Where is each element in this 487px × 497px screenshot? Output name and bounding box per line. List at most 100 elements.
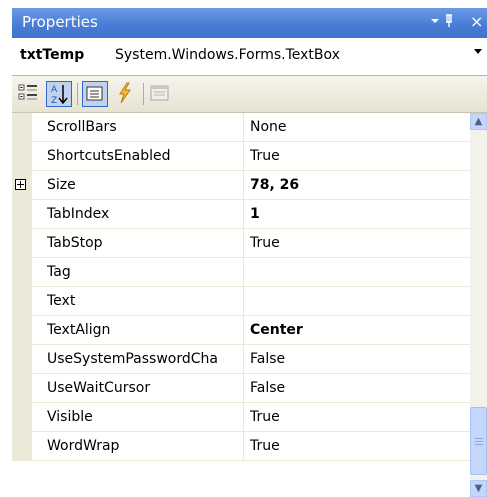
chevron-down-icon[interactable] [474,49,482,54]
property-value-tabstop[interactable]: True [244,229,470,258]
property-value-label: 78, 26 [250,177,300,193]
property-name-label: WordWrap [47,438,120,454]
property-value-visible[interactable]: True [244,403,470,432]
property-name-tabstop[interactable]: TabStop [32,229,244,258]
close-button[interactable]: × [470,12,483,31]
properties-window: Properties × txtTemp System.Windows.Form… [12,8,487,497]
row-gutter [12,113,32,142]
property-row[interactable]: Text [12,287,470,316]
categorized-icon [18,84,37,100]
title-bar: Properties × [12,8,487,38]
toolbar-separator [77,83,78,105]
svg-text:Z: Z [51,96,57,106]
object-selector[interactable]: txtTemp System.Windows.Forms.TextBox [12,38,487,76]
scroll-up-button[interactable]: ▲ [470,113,487,130]
property-name-scrollbars[interactable]: ScrollBars [32,113,244,142]
property-name-text[interactable]: Text [32,287,244,316]
property-row[interactable]: Size 78, 26 [12,171,470,200]
property-name-wordwrap[interactable]: WordWrap [32,432,244,461]
property-value-label: Center [250,322,303,338]
property-value-label: False [250,351,286,367]
property-row[interactable]: UseSystemPasswordCha False [12,345,470,374]
svg-text:A: A [51,85,58,95]
property-pages-icon [150,85,169,101]
scroll-thumb[interactable] [470,407,487,475]
property-name-label: Text [47,293,76,309]
property-name-label: Visible [47,409,93,425]
property-name-usesystempasswordcha[interactable]: UseSystemPasswordCha [32,345,244,374]
alphabetical-icon: A Z [51,85,68,106]
property-value-shortcutsenabled[interactable]: True [244,142,470,171]
alphabetical-button[interactable]: A Z [46,81,72,107]
property-name-usewaitcursor[interactable]: UseWaitCursor [32,374,244,403]
property-value-wordwrap[interactable]: True [244,432,470,461]
property-grid: ScrollBars None ShortcutsEnabled True Size 78… [12,113,487,497]
pin-icon [431,14,452,27]
property-value-usesystempasswordcha[interactable]: False [244,345,470,374]
properties-icon [86,86,103,101]
property-value-label: True [250,409,280,425]
property-name-label: ShortcutsEnabled [47,148,171,164]
property-name-label: Tag [47,264,71,280]
property-name-label: Size [47,177,76,193]
property-value-label: True [250,148,280,164]
property-row[interactable]: Visible True [12,403,470,432]
events-icon [119,82,131,104]
property-row[interactable]: TextAlign Center [12,316,470,345]
row-gutter [12,229,32,258]
property-row[interactable]: UseWaitCursor False [12,374,470,403]
row-gutter [12,287,32,316]
property-name-visible[interactable]: Visible [32,403,244,432]
panel-title: Properties [22,13,98,31]
row-gutter [12,142,32,171]
property-name-tabindex[interactable]: TabIndex [32,200,244,229]
properties-button[interactable] [82,81,108,107]
property-value-tag[interactable] [244,258,470,287]
property-name-textalign[interactable]: TextAlign [32,316,244,345]
property-value-label: 1 [250,206,260,222]
property-row[interactable]: WordWrap True [12,432,470,461]
property-value-text[interactable] [244,287,470,316]
property-name-tag[interactable]: Tag [32,258,244,287]
pin-button[interactable] [430,13,460,33]
categorized-button[interactable] [17,81,43,107]
row-gutter [12,432,32,461]
row-gutter [12,200,32,229]
toolbar-separator [143,83,144,105]
property-pages-button[interactable] [148,81,174,107]
row-gutter [12,171,32,200]
events-button[interactable] [113,81,139,107]
property-row[interactable]: ShortcutsEnabled True [12,142,470,171]
vertical-scrollbar[interactable]: ▲ ▼ [470,113,487,497]
property-value-label: True [250,438,280,454]
property-name-label: TabIndex [47,206,110,222]
property-name-label: ScrollBars [47,119,117,135]
row-gutter [12,403,32,432]
object-type: System.Windows.Forms.TextBox [115,47,340,63]
property-name-size[interactable]: Size [32,171,244,200]
row-gutter [12,258,32,287]
property-value-size[interactable]: 78, 26 [244,171,470,200]
property-value-usewaitcursor[interactable]: False [244,374,470,403]
property-row[interactable]: TabIndex 1 [12,200,470,229]
property-name-label: UseSystemPasswordCha [47,351,218,367]
row-gutter [12,316,32,345]
row-gutter [12,345,32,374]
row-gutter [12,374,32,403]
property-value-textalign[interactable]: Center [244,316,470,345]
property-row[interactable]: ScrollBars None [12,113,470,142]
properties-toolbar: A Z [12,76,487,113]
property-value-label: True [250,235,280,251]
property-name-label: UseWaitCursor [47,380,151,396]
property-name-shortcutsenabled[interactable]: ShortcutsEnabled [32,142,244,171]
property-name-label: TextAlign [47,322,111,338]
property-value-scrollbars[interactable]: None [244,113,470,142]
property-value-label: None [250,119,287,135]
property-value-tabindex[interactable]: 1 [244,200,470,229]
property-row[interactable]: TabStop True [12,229,470,258]
expand-plus-icon[interactable] [15,179,26,190]
property-row[interactable]: Tag [12,258,470,287]
object-name: txtTemp [20,47,85,63]
scroll-down-button[interactable]: ▼ [470,480,487,497]
property-name-label: TabStop [47,235,103,251]
